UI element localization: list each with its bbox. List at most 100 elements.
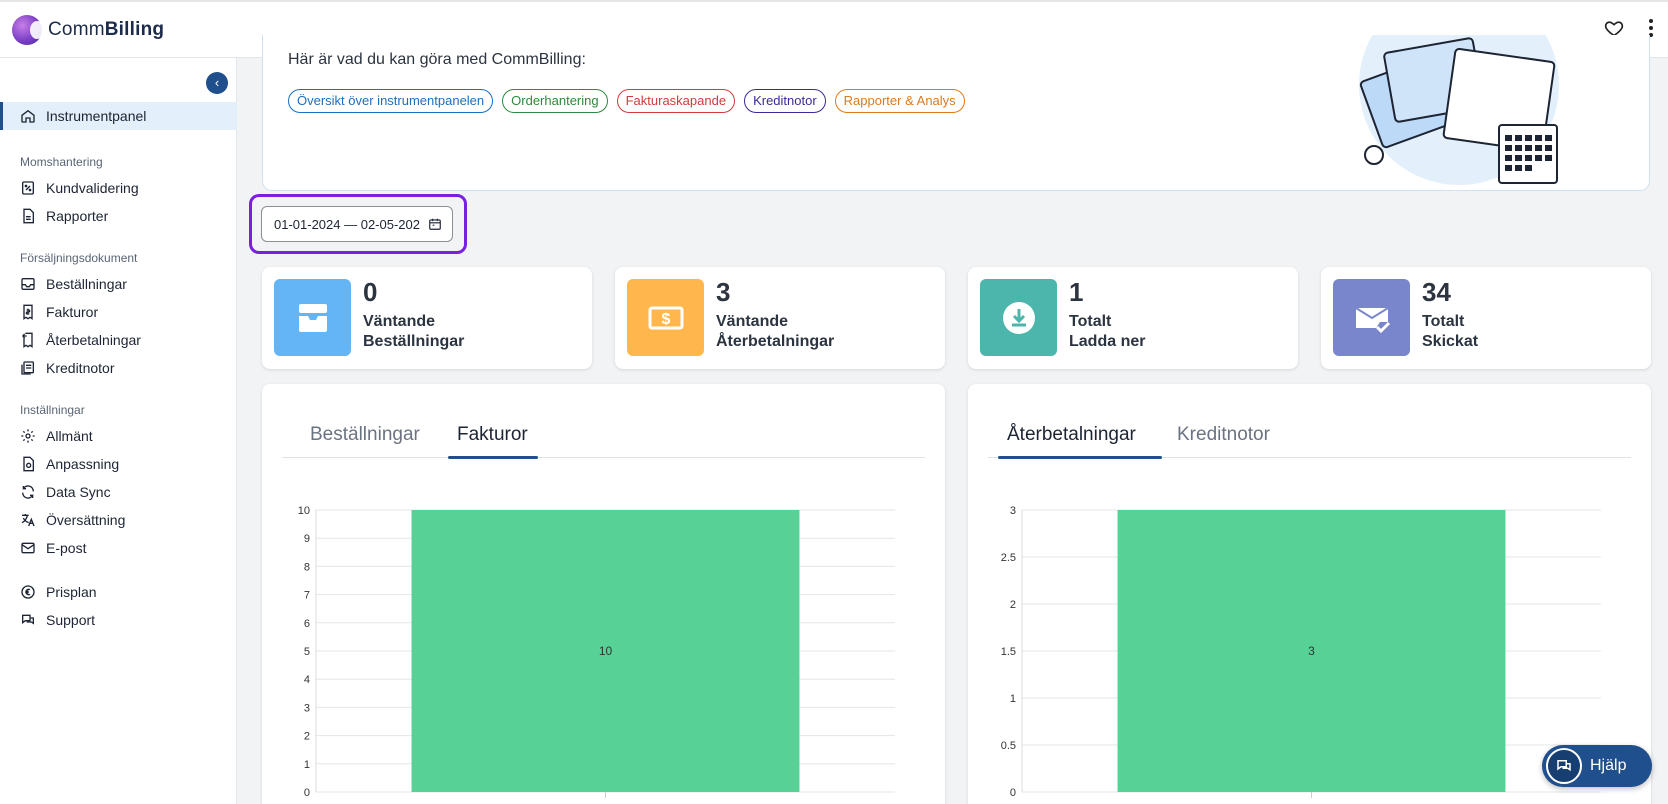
sidebar-item-label: Återbetalningar: [46, 332, 141, 348]
sidebar-item-label: Instrumentpanel: [46, 108, 147, 124]
sidebar-item-aterbetalningar[interactable]: Återbetalningar: [0, 326, 237, 354]
sidebar-item-kundvalidering[interactable]: Kundvalidering: [0, 174, 237, 202]
credit-note-icon: [20, 360, 36, 376]
sidebar-item-support[interactable]: Support: [0, 606, 237, 634]
chip-dashboard-overview[interactable]: Översikt över instrumentpanelen: [288, 89, 494, 113]
y-tick-label: 1.5: [1001, 646, 1016, 658]
y-tick-label: 10: [298, 505, 310, 517]
logo-mark-icon: [12, 15, 44, 45]
commbilling-logo[interactable]: CommBilling: [12, 15, 164, 45]
stat-card-total-downloads: 1 Totalt Ladda ner: [968, 267, 1298, 369]
stat-value: 0: [363, 277, 378, 307]
sidebar-section-forsaljningsdokument: Försäljningsdokument: [20, 251, 138, 265]
date-range-picker[interactable]: 01-01-2024 — 02-05-202: [261, 206, 453, 242]
sidebar-item-label: Support: [46, 612, 96, 628]
stat-label-line2: Ladda ner: [1069, 333, 1146, 350]
logo-text: CommBilling: [48, 19, 165, 40]
y-tick-label: 0: [304, 787, 310, 799]
calendar-icon: [429, 218, 441, 230]
stat-label-line2: Beställningar: [363, 333, 465, 350]
y-tick-label: 1: [304, 759, 310, 771]
customize-icon: [20, 456, 36, 472]
y-tick-label: 8: [304, 561, 310, 573]
sidebar-item-label: Rapporter: [46, 208, 109, 224]
svg-text:$: $: [661, 311, 670, 328]
chip-invoice-creation[interactable]: Fakturaskapande: [616, 89, 736, 113]
stat-label-line2: Skickat: [1422, 333, 1479, 350]
download-icon: [980, 279, 1057, 356]
stat-value: 1: [1069, 277, 1084, 307]
sidebar-item-label: Data Sync: [46, 484, 111, 500]
sidebar-section-installningar: Inställningar: [20, 403, 85, 417]
y-tick-label: 0: [1010, 787, 1016, 799]
sidebar-item-bestallningar[interactable]: Beställningar: [0, 270, 237, 298]
bar-data-label: 10: [599, 644, 613, 658]
stat-label-line2: Återbetalningar: [716, 333, 835, 350]
y-tick-label: 2.5: [1001, 552, 1016, 564]
inbox-icon: [20, 276, 36, 292]
chip-order-handling[interactable]: Orderhantering: [502, 89, 608, 113]
sidebar-section-momshantering: Momshantering: [20, 155, 103, 169]
sidebar-item-label: Anpassning: [46, 456, 120, 472]
sidebar-item-rapporter[interactable]: Rapporter: [0, 202, 237, 230]
y-tick-label: 1: [1010, 693, 1016, 705]
sidebar-item-e-post[interactable]: E-post: [0, 534, 237, 562]
sidebar-item-prisplan[interactable]: Prisplan: [0, 578, 237, 606]
stat-label-line1: Väntande: [716, 313, 789, 330]
chip-credit-notes[interactable]: Kreditnotor: [744, 89, 826, 113]
stat-label-line1: Väntande: [363, 313, 436, 330]
sidebar-item-instrumentpanel[interactable]: Instrumentpanel: [0, 102, 237, 130]
sidebar-item-oversattning[interactable]: Översättning: [0, 506, 237, 534]
sidebar-item-fakturor[interactable]: Fakturor: [0, 298, 237, 326]
sidebar-item-label: Kundvalidering: [46, 180, 139, 196]
sidebar-item-anpassning[interactable]: Anpassning: [0, 450, 237, 478]
chat-bubble-icon: [1546, 748, 1582, 784]
sidebar-item-kreditnotor[interactable]: Kreditnotor: [0, 354, 237, 382]
y-tick-label: 2: [304, 731, 310, 743]
chip-reports-analysis[interactable]: Rapporter & Analys: [834, 89, 965, 113]
y-tick-label: 7: [304, 590, 310, 602]
money-icon: $: [627, 279, 704, 356]
invoices-illustration: [1359, 35, 1559, 185]
stat-card-pending-refunds: $ 3 Väntande Återbetalningar: [615, 267, 945, 369]
y-tick-label: 0.5: [1001, 740, 1016, 752]
y-tick-label: 3: [304, 702, 310, 714]
refund-icon: [20, 332, 36, 348]
stat-label-line1: Totalt: [1422, 313, 1465, 330]
percent-badge-icon: [20, 180, 36, 196]
inbox-tray-icon: [274, 279, 351, 356]
euro-icon: [20, 584, 36, 600]
refunds-creditnotes-panel: Återbetalningar Kreditnotor 0 0.5 1 1.5 2 2.5…: [968, 384, 1651, 804]
y-tick-label: 6: [304, 618, 310, 630]
stat-card-pending-orders: 0 Väntande Beställningar: [262, 267, 592, 369]
y-tick-label: 2: [1010, 599, 1016, 611]
document-icon: [20, 208, 36, 224]
sidebar-item-label: Beställningar: [46, 276, 127, 292]
gear-icon: [20, 428, 36, 444]
welcome-card: Här är vad du kan göra med CommBilling: …: [262, 35, 1650, 191]
sidebar-item-label: E-post: [46, 540, 87, 556]
invoice-icon: [20, 304, 36, 320]
stat-label-line1: Totalt: [1069, 313, 1112, 330]
collapse-sidebar-button[interactable]: ‹: [206, 72, 228, 94]
home-icon: [20, 108, 36, 124]
y-tick-label: 5: [304, 646, 310, 658]
refunds-bar-chart: 0 0.5 1 1.5 2 2.5 3 3: [1001, 505, 1601, 799]
sync-icon: [20, 484, 36, 500]
sidebar-item-label: Kreditnotor: [46, 360, 115, 376]
stat-value: 3: [716, 277, 731, 307]
sidebar-item-data-sync[interactable]: Data Sync: [0, 478, 237, 506]
sidebar: ‹ Instrumentpanel Momshantering Kundvali…: [0, 58, 237, 804]
sidebar-item-allmant[interactable]: Allmänt: [0, 422, 237, 450]
help-button[interactable]: Hjälp: [1542, 745, 1652, 787]
sidebar-item-label: Allmänt: [46, 428, 93, 444]
date-range-value: 01-01-2024 — 02-05-202: [274, 216, 420, 232]
mail-icon: [20, 540, 36, 556]
y-tick-label: 4: [304, 674, 310, 686]
invoices-bar-chart: 0 1 2 3 4 5 6 7 8 9 10 10: [298, 505, 895, 799]
y-tick-label: 9: [304, 533, 310, 545]
sidebar-item-label: Översättning: [46, 512, 126, 528]
stat-card-total-sent: 34 Totalt Skickat: [1321, 267, 1651, 369]
mail-check-icon: [1333, 279, 1410, 356]
stat-value: 34: [1422, 277, 1451, 307]
